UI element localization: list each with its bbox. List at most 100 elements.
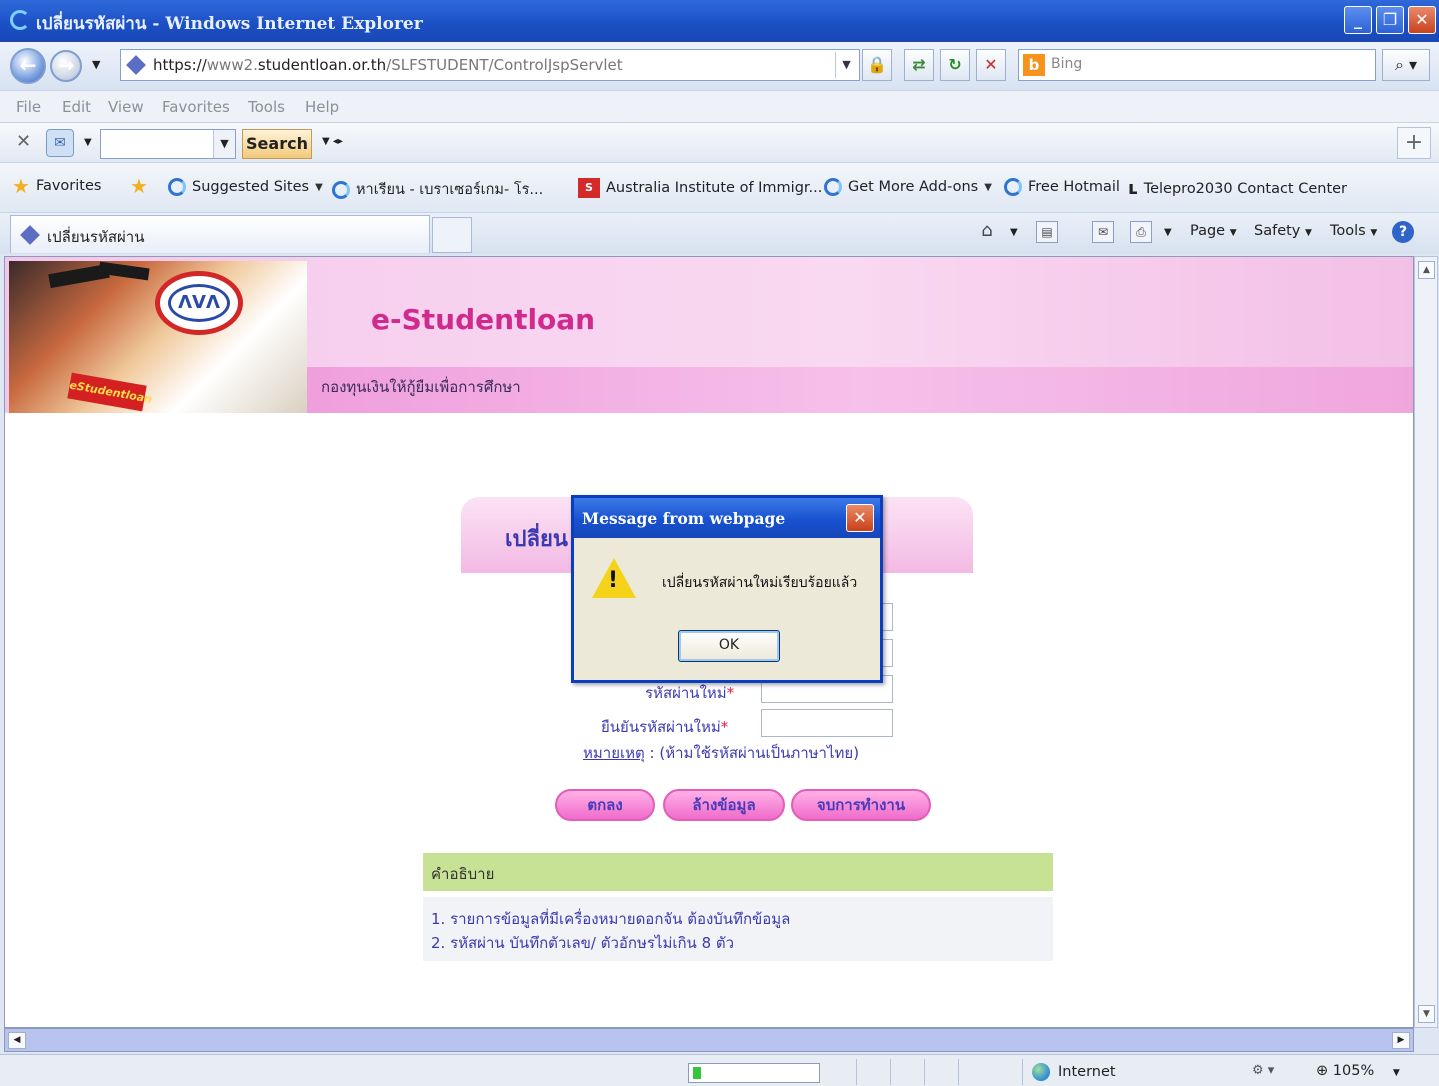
restore-button[interactable]: ❐ <box>1376 6 1404 34</box>
banner-subtitle: กองทุนเงินให้กู้ยืมเพื่อการศึกษา <box>321 378 521 396</box>
chevron-down-icon: ▼ <box>1370 228 1378 238</box>
chevron-down-icon: ▼ <box>1392 1068 1400 1078</box>
favorite-item-australia[interactable]: S Australia Institute of Immigr... <box>578 178 822 198</box>
close-toolbar-icon[interactable]: ✕ <box>16 131 31 152</box>
telepro-icon: ʟ <box>1128 178 1138 199</box>
add-toolbar-button[interactable]: + <box>1397 127 1431 159</box>
search-toolbar: ✕ ✉ ▼ ▼ Search ▼ ◂▸ + <box>0 122 1439 162</box>
new-tab-button[interactable] <box>432 217 472 253</box>
description-header: คำอธิบาย <box>423 853 1053 891</box>
favorite-item-hotmail[interactable]: Free Hotmail <box>1004 178 1120 196</box>
page-menu[interactable]: Page ▼ <box>1190 223 1237 239</box>
page-viewport: eStudentloan ΛVΛ e-Studentloan กองทุนเงิ… <box>4 256 1414 1028</box>
lock-icon[interactable]: 🔒 <box>862 49 892 81</box>
minimize-button[interactable]: _ <box>1344 6 1372 34</box>
add-favorite-icon[interactable]: ★ <box>130 176 148 196</box>
chevron-down-icon: ▼ <box>315 181 323 193</box>
forward-button[interactable]: → <box>50 50 82 82</box>
progress-bar <box>688 1063 820 1083</box>
status-bar: Internet ⚙ ▾ ⊕ 105% ▼ <box>0 1054 1439 1086</box>
dialog-title-bar: Message from webpage ✕ <box>574 498 880 538</box>
vertical-scrollbar[interactable]: ▲ ▼ <box>1414 256 1438 1028</box>
description-line: 2. รหัสผ่าน บันทึกตัวเลข/ ตัวอักษรไม่เกิ… <box>431 934 735 952</box>
favorite-item-game[interactable]: หาเรียน - เบราเซอร์เกม- โร... <box>332 178 543 201</box>
search-placeholder: Bing <box>1051 56 1083 72</box>
clear-button[interactable]: ล้างข้อมูล <box>663 789 785 821</box>
back-button[interactable]: ← <box>10 48 46 84</box>
scroll-down-icon[interactable]: ▼ <box>1418 1005 1435 1023</box>
toolbar-search-input[interactable]: ▼ <box>100 129 236 159</box>
toolbar-options-icon[interactable]: ▼ ◂▸ <box>322 136 343 147</box>
search-box[interactable]: b Bing <box>1018 49 1376 81</box>
menu-favorites[interactable]: Favorites <box>162 98 230 116</box>
search-button[interactable]: ⌕ ▾ <box>1382 49 1430 81</box>
confirm-password-field[interactable] <box>761 709 893 737</box>
dialog-close-button[interactable]: ✕ <box>846 504 874 532</box>
safety-menu[interactable]: Safety ▼ <box>1254 223 1312 239</box>
site-icon <box>20 225 40 245</box>
ok-button[interactable]: ตกลง <box>555 789 655 821</box>
chevron-down-icon: ▼ <box>1229 228 1237 238</box>
address-toolbar: ← → ▼ https://www2.studentloan.or.th/SLF… <box>0 42 1439 90</box>
menu-edit[interactable]: Edit <box>62 98 91 116</box>
protected-mode-icon[interactable]: ⚙ ▾ <box>1252 1063 1274 1078</box>
toolbar-logo-icon[interactable]: ✉ <box>46 129 74 157</box>
toolbar-search-button[interactable]: Search <box>242 129 312 159</box>
horizontal-scrollbar[interactable]: ◀ ▶ <box>4 1028 1414 1052</box>
toolbar-search-dropdown-icon[interactable]: ▼ <box>213 130 235 158</box>
exit-button[interactable]: จบการทำงาน <box>791 789 931 821</box>
favorite-item-telepro[interactable]: ʟ Telepro2030 Contact Center <box>1128 178 1347 199</box>
scroll-up-icon[interactable]: ▲ <box>1418 261 1435 279</box>
fund-logo: ΛVΛ <box>155 271 243 335</box>
scroll-right-icon[interactable]: ▶ <box>1392 1032 1410 1049</box>
site-icon <box>126 55 146 75</box>
favorites-button[interactable]: ★ Favorites <box>12 174 101 198</box>
address-bar[interactable]: https://www2.studentloan.or.th/SLFSTUDEN… <box>120 49 860 81</box>
menu-help[interactable]: Help <box>305 98 339 116</box>
close-window-button[interactable]: ✕ <box>1408 6 1436 34</box>
scroll-left-icon[interactable]: ◀ <box>8 1032 26 1049</box>
password-note: หมายเหตุ : (ห้ามใช้รหัสผ่านเป็นภาษาไทย) <box>583 744 860 762</box>
tab-bar: เปลี่ยนรหัสผ่าน ⌂ ▼ ▤ ✉ ⎙ ▼ Page ▼ Safet… <box>0 212 1439 254</box>
mail-icon[interactable]: ✉ <box>1092 221 1114 243</box>
message-dialog: Message from webpage ✕ ! เปลี่ยนรหัสผ่าน… <box>571 495 883 683</box>
menu-tools[interactable]: Tools <box>248 98 285 116</box>
tab-change-password[interactable]: เปลี่ยนรหัสผ่าน <box>10 215 430 253</box>
feeds-icon[interactable]: ▤ <box>1036 221 1058 243</box>
favorite-item-addons[interactable]: Get More Add-ons ▼ <box>824 178 992 196</box>
ie-logo-icon <box>10 10 30 30</box>
site-banner: eStudentloan ΛVΛ e-Studentloan กองทุนเงิ… <box>5 257 1413 413</box>
menu-file[interactable]: File <box>16 98 41 116</box>
site-logo-icon: S <box>578 178 600 198</box>
address-dropdown-icon[interactable]: ▼ <box>835 52 857 78</box>
home-dropdown-icon[interactable]: ▼ <box>1010 227 1018 238</box>
print-icon[interactable]: ⎙ <box>1130 221 1152 243</box>
students-photo: eStudentloan <box>9 261 307 413</box>
toolbar-logo-dropdown-icon[interactable]: ▼ <box>84 137 92 148</box>
description-line: 1. รายการข้อมูลที่มีเครื่องหมายดอกจัน ต้… <box>431 910 791 928</box>
warning-mark: ! <box>608 568 619 593</box>
bing-icon: b <box>1023 54 1045 76</box>
tools-menu[interactable]: Tools ▼ <box>1330 223 1377 239</box>
refresh-icon[interactable]: ↻ <box>940 49 970 81</box>
note-link[interactable]: หมายเหตุ <box>583 744 645 762</box>
stop-icon[interactable]: ✕ <box>976 49 1006 81</box>
history-dropdown-icon[interactable]: ▼ <box>92 58 100 71</box>
home-icon[interactable]: ⌂ <box>976 221 998 243</box>
ie-page-icon <box>1004 178 1022 196</box>
ie-page-icon <box>168 178 186 196</box>
chevron-down-icon: ▼ <box>984 181 992 193</box>
help-icon[interactable]: ? <box>1392 221 1414 243</box>
address-url[interactable]: https://www2.studentloan.or.th/SLFSTUDEN… <box>153 56 623 74</box>
print-dropdown-icon[interactable]: ▼ <box>1164 227 1172 238</box>
favorite-item-suggested-sites[interactable]: Suggested Sites ▼ <box>168 178 323 196</box>
menu-view[interactable]: View <box>108 98 144 116</box>
dialog-ok-button[interactable]: OK <box>678 630 780 662</box>
star-icon: ★ <box>12 174 30 198</box>
chevron-down-icon: ▼ <box>1305 228 1312 238</box>
compatibility-icon[interactable]: ⇄ <box>904 49 934 81</box>
window-title-bar: เปลี่ยนรหัสผ่าน - Windows Internet Explo… <box>0 0 1439 42</box>
estudentloan-badge: eStudentloan <box>67 372 153 412</box>
zoom-level[interactable]: ⊕ 105% ▼ <box>1316 1063 1400 1079</box>
security-zone[interactable]: Internet <box>1032 1063 1116 1081</box>
